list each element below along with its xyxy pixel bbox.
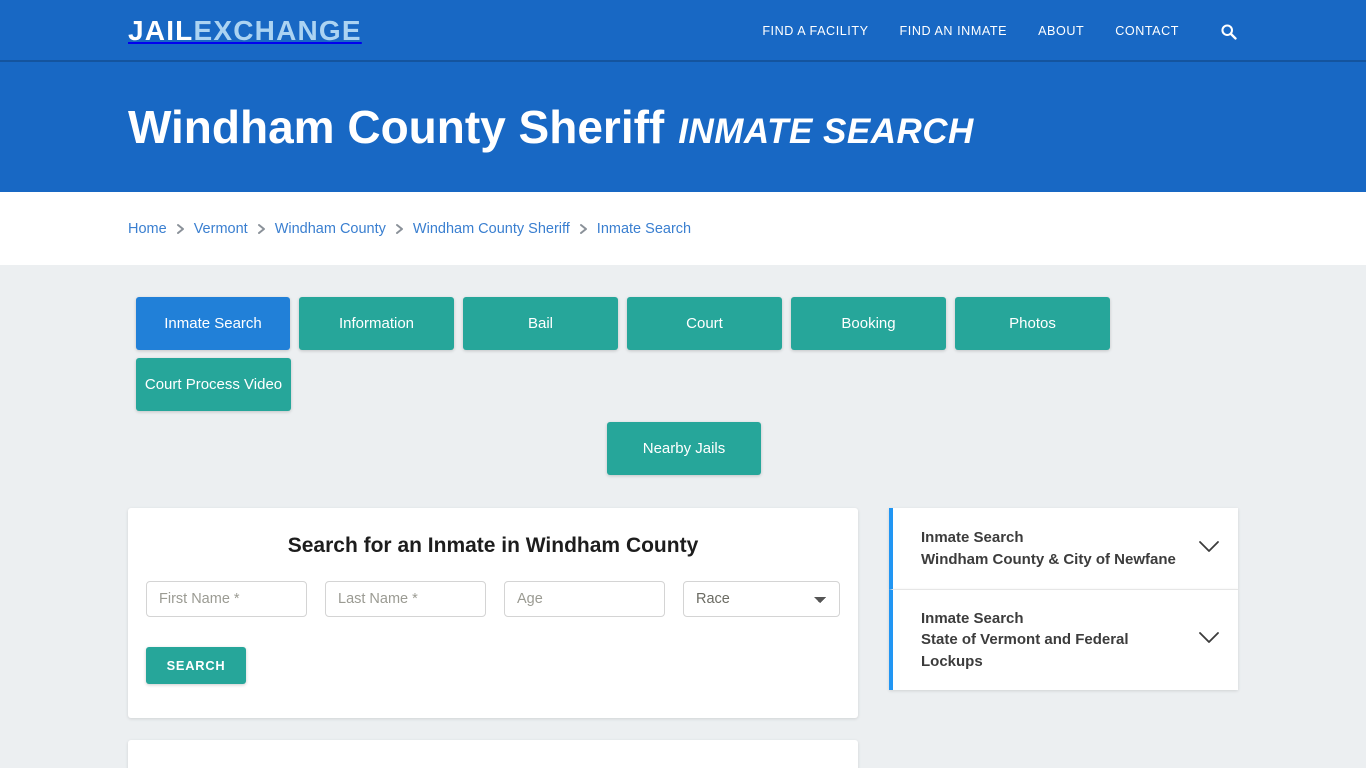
last-name-input[interactable] — [325, 581, 486, 617]
logo-text-exchange: EXCHANGE — [193, 15, 362, 46]
accordion-item-subtitle: State of Vermont and Federal Lockups — [921, 631, 1129, 670]
first-name-input[interactable] — [146, 581, 307, 617]
content-columns: Search for an Inmate in Windham County R… — [128, 508, 1238, 768]
site-header: JAILEXCHANGE FIND A FACILITY FIND AN INM… — [0, 0, 1366, 62]
main-navigation: FIND A FACILITY FIND AN INMATE ABOUT CON… — [762, 0, 1238, 62]
nav-item-find-an-inmate[interactable]: FIND AN INMATE — [900, 24, 1008, 38]
accordion-item-title: Inmate Search — [921, 610, 1024, 627]
race-select[interactable]: Race — [683, 581, 840, 617]
sidebar-column: Inmate Search Windham County & City of N… — [889, 508, 1238, 690]
chevron-right-icon — [579, 223, 588, 235]
accordion-item-title: Inmate Search — [921, 529, 1024, 547]
accordion-item-vermont-federal[interactable]: Inmate Search State of Vermont and Feder… — [889, 589, 1238, 690]
accordion-item-text: Inmate Search State of Vermont and Feder… — [921, 608, 1188, 672]
breadcrumb-item-windham-county-sheriff[interactable]: Windham County Sheriff — [413, 221, 570, 237]
tab-inmate-search[interactable]: Inmate Search — [136, 297, 290, 350]
search-button[interactable]: SEARCH — [146, 647, 246, 684]
chevron-right-icon — [257, 223, 266, 235]
search-form-fields: Race — [146, 581, 840, 617]
search-icon[interactable] — [1218, 21, 1238, 41]
page-title-sub: INMATE SEARCH — [678, 112, 974, 151]
breadcrumb-band: Home Vermont Windham County Windham Coun… — [0, 192, 1366, 265]
sidebar-accordion: Inmate Search Windham County & City of N… — [889, 508, 1238, 690]
age-input[interactable] — [504, 581, 665, 617]
page-hero: Windham County Sheriff INMATE SEARCH — [0, 62, 1366, 192]
page-body: Inmate Search Information Bail Court Boo… — [0, 265, 1366, 768]
main-column: Search for an Inmate in Windham County R… — [128, 508, 858, 768]
search-card-heading: Search for an Inmate in Windham County — [287, 534, 699, 557]
chevron-down-icon[interactable] — [1198, 631, 1220, 649]
tab-information[interactable]: Information — [299, 297, 454, 350]
tab-court[interactable]: Court — [627, 297, 782, 350]
breadcrumb: Home Vermont Windham County Windham Coun… — [128, 221, 691, 237]
breadcrumb-item-home[interactable]: Home — [128, 221, 167, 237]
tab-photos[interactable]: Photos — [955, 297, 1110, 350]
nav-item-contact[interactable]: CONTACT — [1115, 24, 1179, 38]
nav-item-find-a-facility[interactable]: FIND A FACILITY — [762, 24, 868, 38]
breadcrumb-item-windham-county[interactable]: Windham County — [275, 221, 386, 237]
accordion-item-windham-county[interactable]: Inmate Search Windham County & City of N… — [889, 508, 1238, 589]
chevron-right-icon — [395, 223, 404, 235]
accordion-item-text: Inmate Search Windham County & City of N… — [921, 527, 1176, 570]
page-title-main: Windham County Sheriff — [128, 101, 665, 153]
chevron-right-icon — [176, 223, 185, 235]
section-tabs-row2: Nearby Jails — [136, 422, 1232, 475]
page-title: Windham County Sheriff INMATE SEARCH — [128, 104, 974, 150]
breadcrumb-item-vermont[interactable]: Vermont — [194, 221, 248, 237]
section-tabs: Inmate Search Information Bail Court Boo… — [136, 297, 1232, 411]
inmate-search-card: Search for an Inmate in Windham County R… — [128, 508, 858, 718]
accordion-item-subtitle: Windham County & City of Newfane — [921, 550, 1176, 568]
tab-bail[interactable]: Bail — [463, 297, 618, 350]
info-card: How do you find someone who has been arr… — [128, 740, 858, 768]
tab-nearby-jails[interactable]: Nearby Jails — [607, 422, 761, 475]
breadcrumb-item-current: Inmate Search — [596, 220, 692, 237]
chevron-down-icon[interactable] — [1198, 540, 1220, 558]
nav-item-about[interactable]: ABOUT — [1038, 24, 1084, 38]
site-logo[interactable]: JAILEXCHANGE — [128, 17, 362, 45]
logo-text-jail: JAIL — [128, 15, 194, 46]
tab-booking[interactable]: Booking — [791, 297, 946, 350]
tab-court-process-video[interactable]: Court Process Video — [136, 358, 291, 411]
